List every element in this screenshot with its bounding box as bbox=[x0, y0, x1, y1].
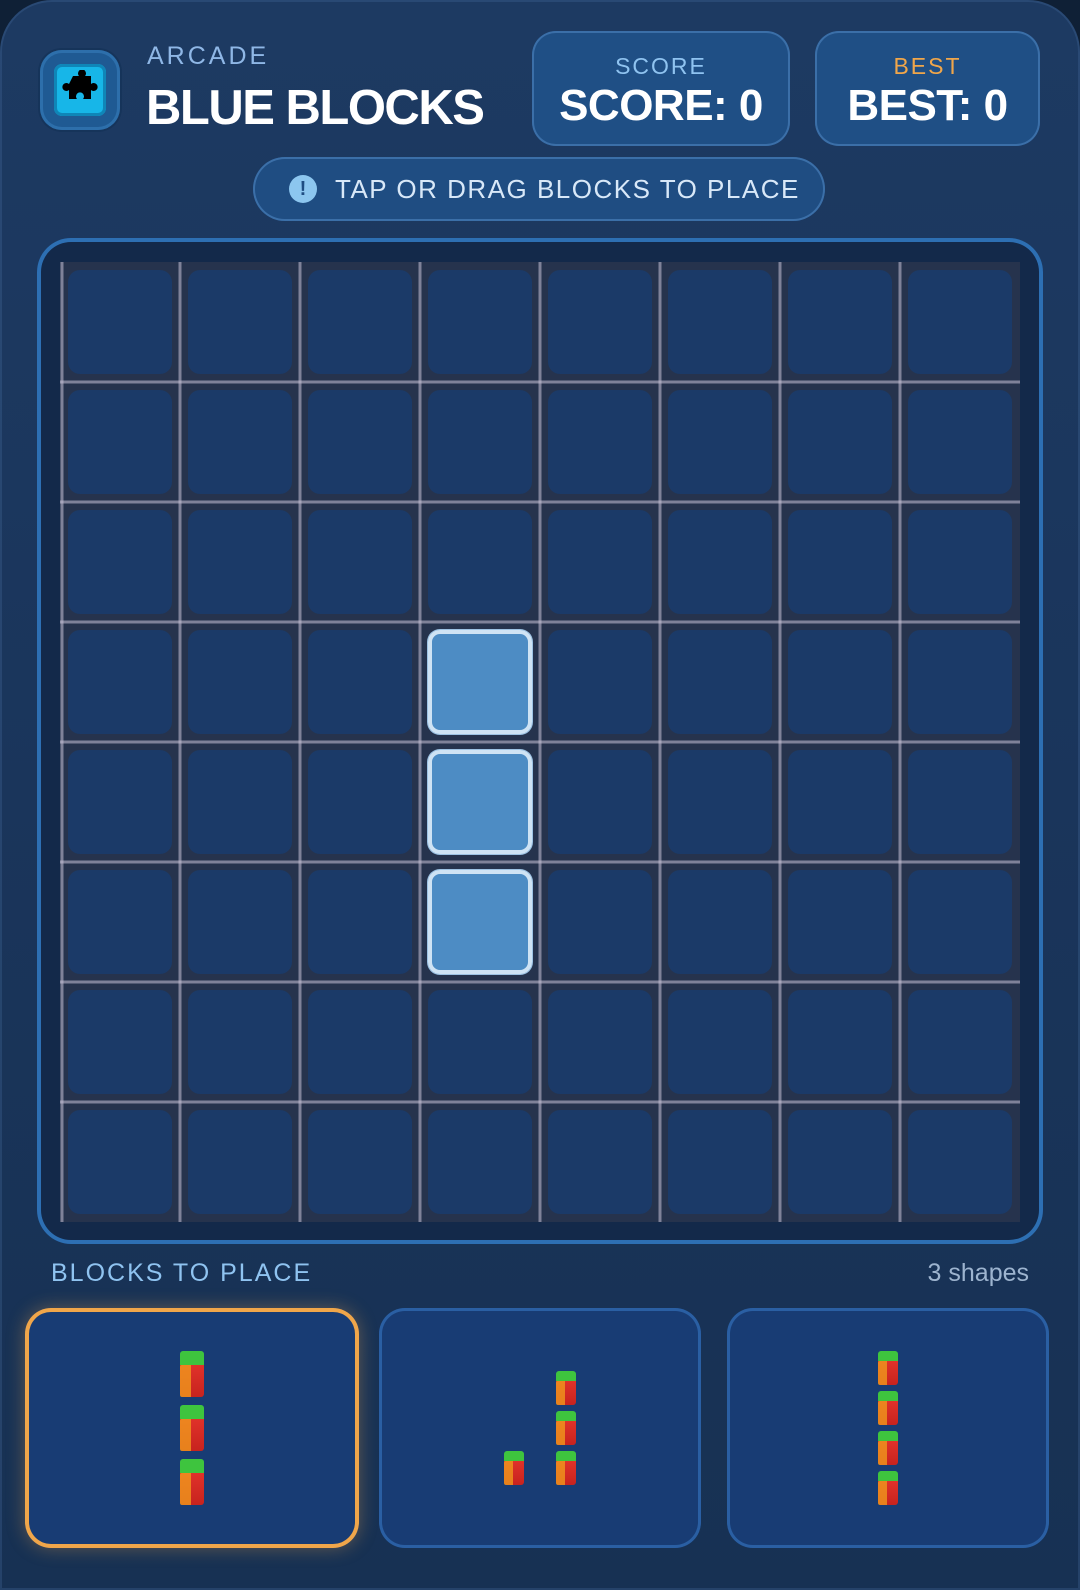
instruction-text: TAP OR DRAG BLOCKS TO PLACE bbox=[335, 174, 800, 204]
board-cell[interactable] bbox=[908, 390, 1012, 494]
board-cell[interactable] bbox=[548, 630, 652, 734]
piece-block[interactable] bbox=[878, 1471, 898, 1505]
board-cell[interactable] bbox=[908, 990, 1012, 1094]
score-box: SCORE SCORE: 0 bbox=[532, 31, 790, 146]
board-cell[interactable] bbox=[548, 990, 652, 1094]
board-cell[interactable] bbox=[188, 750, 292, 854]
board-cell[interactable] bbox=[668, 1110, 772, 1214]
piece-block[interactable] bbox=[180, 1405, 204, 1451]
board-cell[interactable] bbox=[188, 990, 292, 1094]
board-cell[interactable] bbox=[788, 870, 892, 974]
piece-block[interactable] bbox=[556, 1411, 576, 1445]
board-cell[interactable] bbox=[548, 870, 652, 974]
piece-block[interactable] bbox=[878, 1351, 898, 1385]
game-title: BLUE BLOCKS bbox=[146, 81, 485, 135]
info-icon: ! bbox=[289, 175, 317, 203]
tray-label: BLOCKS TO PLACE bbox=[51, 1259, 313, 1287]
board-cell[interactable] bbox=[188, 270, 292, 374]
board-cell[interactable] bbox=[308, 630, 412, 734]
board-cell[interactable] bbox=[188, 1110, 292, 1214]
game-board-grid[interactable] bbox=[60, 262, 1020, 1222]
board-cell[interactable] bbox=[188, 510, 292, 614]
board-cell-filled[interactable] bbox=[428, 870, 532, 974]
board-cell[interactable] bbox=[788, 1110, 892, 1214]
piece-block[interactable] bbox=[504, 1451, 524, 1485]
board-cell[interactable] bbox=[548, 1110, 652, 1214]
board-cell[interactable] bbox=[308, 750, 412, 854]
board-cell[interactable] bbox=[548, 750, 652, 854]
best-value: BEST: 0 bbox=[847, 81, 1008, 130]
board-cell[interactable] bbox=[68, 870, 172, 974]
app-icon bbox=[40, 50, 120, 130]
board-cell[interactable] bbox=[548, 390, 652, 494]
board-cell[interactable] bbox=[788, 990, 892, 1094]
board-cell[interactable] bbox=[68, 630, 172, 734]
piece-block[interactable] bbox=[878, 1391, 898, 1425]
score-value: SCORE: 0 bbox=[559, 81, 763, 130]
board-cell[interactable] bbox=[788, 510, 892, 614]
board-cell[interactable] bbox=[668, 390, 772, 494]
board-cell[interactable] bbox=[68, 990, 172, 1094]
game-frame: ARCADE BLUE BLOCKS SCORE SCORE: 0 BEST B… bbox=[0, 0, 1080, 1590]
board-cell[interactable] bbox=[428, 990, 532, 1094]
board-cell[interactable] bbox=[428, 510, 532, 614]
board-cell[interactable] bbox=[308, 870, 412, 974]
board-cell[interactable] bbox=[668, 510, 772, 614]
game-subtitle: ARCADE bbox=[147, 42, 270, 70]
board-cell[interactable] bbox=[668, 870, 772, 974]
piece-block[interactable] bbox=[180, 1351, 204, 1397]
board-cell[interactable] bbox=[668, 630, 772, 734]
tray-count: 3 shapes bbox=[927, 1259, 1029, 1287]
board-cell[interactable] bbox=[188, 870, 292, 974]
board-cell[interactable] bbox=[788, 630, 892, 734]
board-cell[interactable] bbox=[68, 750, 172, 854]
board-cell[interactable] bbox=[188, 630, 292, 734]
board-cell[interactable] bbox=[308, 390, 412, 494]
score-label: SCORE bbox=[615, 53, 707, 79]
board-cell-filled[interactable] bbox=[428, 750, 532, 854]
board-cell[interactable] bbox=[188, 390, 292, 494]
board-cell[interactable] bbox=[548, 270, 652, 374]
board-cell[interactable] bbox=[68, 390, 172, 494]
board-cell[interactable] bbox=[428, 390, 532, 494]
puzzle-piece-icon bbox=[54, 64, 106, 116]
board-cell[interactable] bbox=[908, 630, 1012, 734]
board-cell[interactable] bbox=[908, 750, 1012, 854]
board-cell[interactable] bbox=[668, 270, 772, 374]
tray-slot-1[interactable] bbox=[25, 1308, 359, 1548]
board-cell[interactable] bbox=[908, 270, 1012, 374]
piece-block[interactable] bbox=[556, 1451, 576, 1485]
board-cell[interactable] bbox=[68, 270, 172, 374]
piece-block[interactable] bbox=[556, 1371, 576, 1405]
tray-slot-2[interactable] bbox=[379, 1308, 701, 1548]
best-label: BEST bbox=[893, 53, 962, 79]
board-cell[interactable] bbox=[68, 1110, 172, 1214]
board-cell[interactable] bbox=[788, 390, 892, 494]
board-cell[interactable] bbox=[668, 990, 772, 1094]
tray-slot-3[interactable] bbox=[727, 1308, 1049, 1548]
board-cell[interactable] bbox=[428, 270, 532, 374]
board-cell[interactable] bbox=[308, 510, 412, 614]
board-cell[interactable] bbox=[668, 750, 772, 854]
board-cell[interactable] bbox=[908, 870, 1012, 974]
piece-block[interactable] bbox=[180, 1459, 204, 1505]
board-cell[interactable] bbox=[908, 1110, 1012, 1214]
board-cell[interactable] bbox=[308, 990, 412, 1094]
piece-block[interactable] bbox=[878, 1431, 898, 1465]
board-cell-filled[interactable] bbox=[428, 630, 532, 734]
board-cell[interactable] bbox=[308, 270, 412, 374]
best-box: BEST BEST: 0 bbox=[815, 31, 1040, 146]
board-cell[interactable] bbox=[308, 1110, 412, 1214]
board-cell[interactable] bbox=[788, 270, 892, 374]
board-cell[interactable] bbox=[428, 1110, 532, 1214]
instruction-banner: ! TAP OR DRAG BLOCKS TO PLACE bbox=[253, 157, 825, 221]
board-cell[interactable] bbox=[68, 510, 172, 614]
board-cell[interactable] bbox=[908, 510, 1012, 614]
board-cell[interactable] bbox=[788, 750, 892, 854]
board-cell[interactable] bbox=[548, 510, 652, 614]
